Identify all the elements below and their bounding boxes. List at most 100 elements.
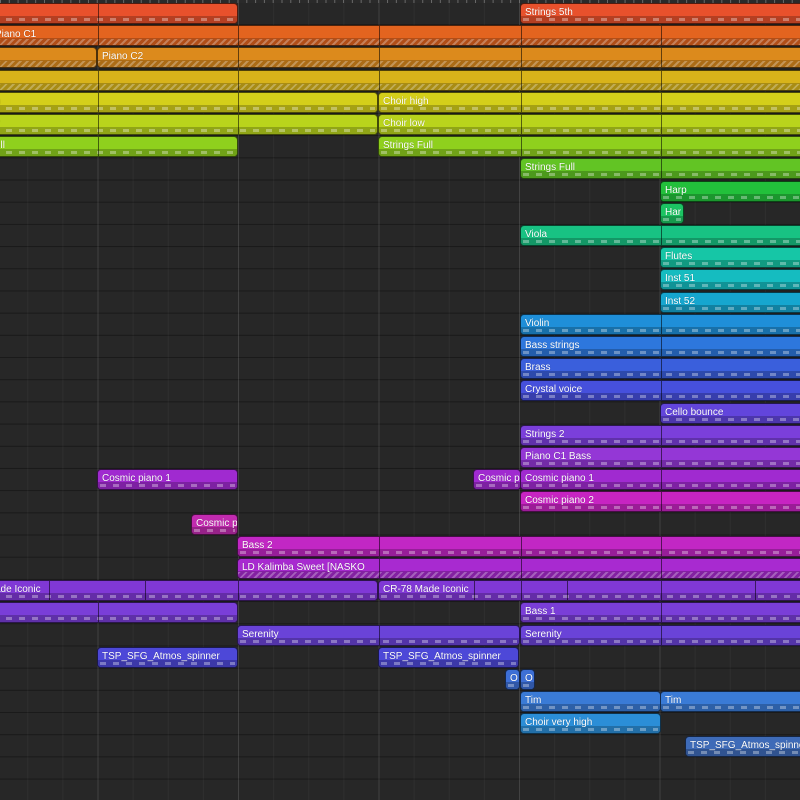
region-cosmic-piano-2[interactable]: Cosmic piano 2 <box>520 491 800 512</box>
region-loop-boundary <box>661 159 662 178</box>
region-loop-boundary <box>521 137 522 156</box>
region-tim[interactable]: Tim <box>520 691 661 712</box>
region-label: Inst 51 <box>665 273 696 284</box>
region-loop-boundary <box>521 559 522 578</box>
midi-notes <box>0 18 235 21</box>
region-label: Choir high <box>383 96 429 107</box>
arrangement-area[interactable]: Strings 5thPiano C1Piano C2hChoir highvC… <box>0 0 800 800</box>
region-strings-2[interactable]: Strings 2 <box>520 425 800 446</box>
region-inst-51[interactable]: Inst 51 <box>660 269 800 290</box>
region-loop-boundary <box>661 26 662 45</box>
region-loop-boundary <box>661 315 662 334</box>
region-label: Piano C2 <box>102 51 144 62</box>
region-strings-5th[interactable]: Strings 5th <box>520 3 800 24</box>
audio-waveform <box>0 61 96 67</box>
region-har[interactable]: Har <box>660 203 684 224</box>
region-loop-boundary <box>379 559 380 578</box>
region-label: TSP_SFG_Atmos_spinner <box>102 651 220 662</box>
region-label: h <box>0 96 1 108</box>
midi-notes <box>0 151 235 154</box>
region-label: O <box>510 673 518 684</box>
region-violin[interactable]: Violin <box>520 314 800 335</box>
region-label: Strings Full <box>383 140 434 151</box>
region-brass[interactable]: Brass <box>520 358 800 379</box>
region-strings-full[interactable]: Strings Full <box>520 158 800 179</box>
region-strings-full[interactable]: Strings Full <box>378 136 800 157</box>
region-loop-boundary <box>474 581 475 600</box>
audio-waveform <box>0 84 800 90</box>
region-bass-1[interactable]: Bass 1 <box>520 602 800 623</box>
region-loop-boundary <box>661 381 662 400</box>
region-label: Bass 1 <box>525 606 556 617</box>
region-ld-kalimba-sweet-nasko[interactable]: LD Kalimba Sweet [NASKO <box>237 558 800 579</box>
region-serenity[interactable]: Serenity <box>520 625 800 646</box>
region-o[interactable]: O <box>505 669 520 690</box>
region-loop-boundary <box>521 26 522 45</box>
region-piano-c2[interactable]: Piano C2 <box>97 47 800 68</box>
region-cello-bounce[interactable]: Cello bounce <box>660 403 800 424</box>
region-viola[interactable]: Viola <box>520 225 800 246</box>
region-loop-boundary <box>661 559 662 578</box>
region-loop-boundary <box>661 470 662 489</box>
region-loop-boundary <box>98 93 99 112</box>
region-bass-strings[interactable]: Bass strings <box>520 336 800 357</box>
region-crystal-voice[interactable]: Crystal voice <box>520 380 800 401</box>
midi-notes <box>0 595 375 598</box>
region-cr-78-made-iconic[interactable]: CR-78 Made Iconic <box>378 580 800 601</box>
region-tsp-sfg-atmos-spinner[interactable]: TSP_SFG_Atmos_spinner <box>378 647 519 668</box>
region-cosmic-p[interactable]: Cosmic p <box>191 514 238 535</box>
region-loop-boundary <box>567 581 568 600</box>
region-label: Viola <box>525 229 548 240</box>
region-label: Violin <box>525 318 550 329</box>
region-label: LD Kalimba Sweet [NASKO <box>242 562 365 573</box>
region-choir-low[interactable]: Choir low <box>378 114 800 135</box>
region-untitled[interactable] <box>0 47 97 68</box>
region-tim[interactable]: Tim <box>660 691 800 712</box>
region-flutes[interactable]: Flutes <box>660 247 800 268</box>
region-label: ade Iconic <box>0 584 41 595</box>
region-loop-boundary <box>98 26 99 45</box>
region-loop-boundary <box>755 581 756 600</box>
region-inst-52[interactable]: Inst 52 <box>660 292 800 313</box>
region-loop-boundary <box>661 448 662 467</box>
region-loop-boundary <box>521 115 522 134</box>
region-o[interactable]: O <box>520 669 535 690</box>
region-tsp-sfg-atmos-spinner[interactable]: TSP_SFG_Atmos_spinner <box>685 736 800 757</box>
midi-notes <box>0 617 235 620</box>
region-loop-boundary <box>661 426 662 445</box>
region-ade-iconic[interactable]: ade Iconic <box>0 580 378 601</box>
region-label: Bass 2 <box>242 540 273 551</box>
region-untitled[interactable] <box>0 602 238 623</box>
region-loop-boundary <box>521 48 522 67</box>
region-label: Tim <box>525 695 542 706</box>
region-loop-boundary <box>521 71 522 90</box>
region-serenity[interactable]: Serenity <box>237 625 520 646</box>
region-loop-boundary <box>661 226 662 245</box>
region-choir-high[interactable]: Choir high <box>378 92 800 113</box>
region-piano-c1[interactable]: Piano C1 <box>0 25 800 46</box>
region-cosmic-piano-1[interactable]: Cosmic piano 1 <box>97 469 238 490</box>
region-loop-boundary <box>379 26 380 45</box>
region-loop-boundary <box>521 537 522 556</box>
audio-waveform <box>0 39 800 45</box>
region-piano-c1-bass[interactable]: Piano C1 Bass <box>520 447 800 468</box>
region-loop-boundary <box>379 537 380 556</box>
region-label: Bass strings <box>525 340 580 351</box>
region-harp[interactable]: Harp <box>660 181 800 202</box>
midi-notes <box>663 706 800 709</box>
region-tsp-sfg-atmos-spinner[interactable]: TSP_SFG_Atmos_spinner <box>97 647 238 668</box>
region-label: Strings 2 <box>525 429 565 440</box>
region-choir-very-high[interactable]: Choir very high <box>520 713 661 734</box>
region-loop-boundary <box>238 71 239 90</box>
region-untitled[interactable] <box>0 3 238 24</box>
region-v[interactable]: v <box>0 114 378 135</box>
region-h[interactable]: h <box>0 92 378 113</box>
region-ull[interactable]: ull <box>0 136 238 157</box>
region-untitled[interactable] <box>0 70 800 91</box>
region-cosmic-piano-1[interactable]: Cosmic piano 1 <box>520 469 800 490</box>
region-cosmic-p[interactable]: Cosmic p <box>473 469 521 490</box>
region-label: Harp <box>665 185 687 196</box>
region-loop-boundary <box>98 4 99 23</box>
region-loop-boundary <box>98 603 99 622</box>
region-bass-2[interactable]: Bass 2 <box>237 536 800 557</box>
